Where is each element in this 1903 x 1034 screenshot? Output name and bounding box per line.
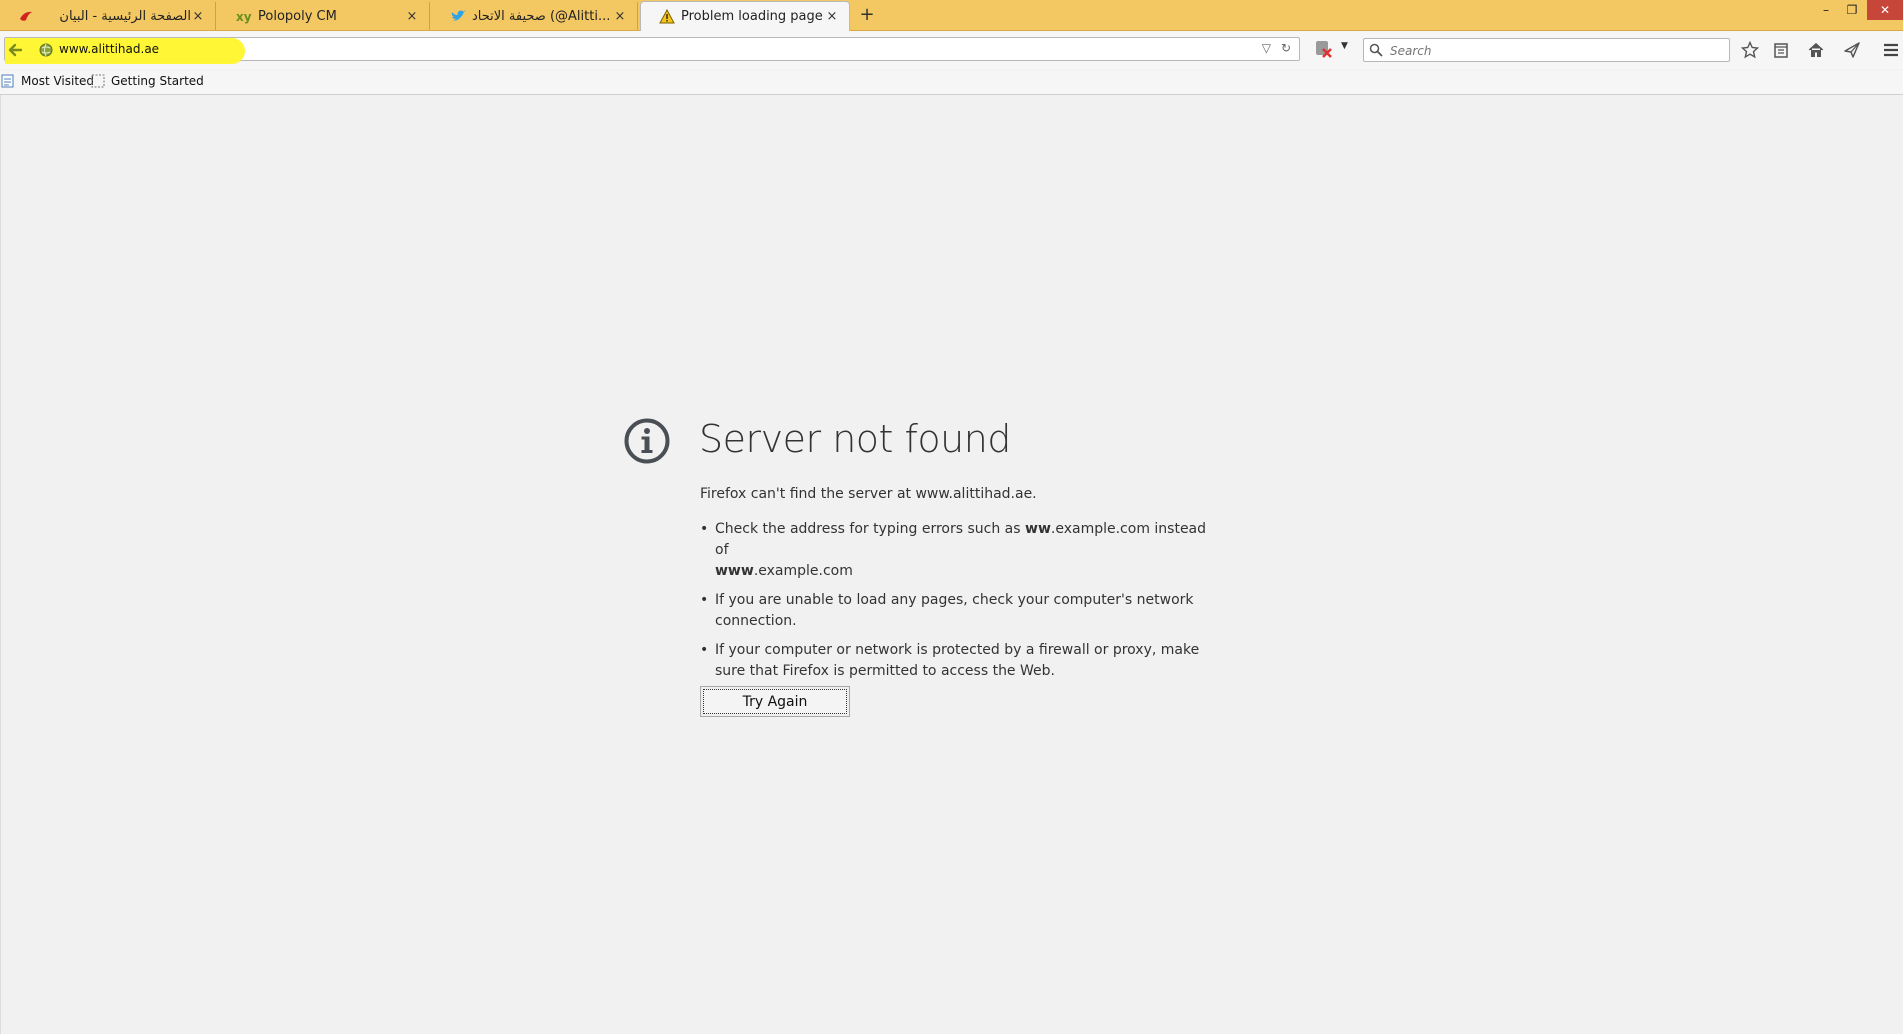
home-icon[interactable] bbox=[1805, 39, 1827, 61]
albayan-favicon-icon bbox=[18, 8, 34, 24]
reload-icon[interactable]: ↻ bbox=[1281, 41, 1291, 55]
tab-label: صحيفة الاتحاد (@Alitti... bbox=[472, 8, 611, 24]
bookmarks-menu-icon[interactable] bbox=[1770, 39, 1792, 61]
suggestion-text: If your computer or network is protected… bbox=[715, 642, 1200, 679]
search-icon bbox=[1369, 43, 1383, 57]
hamburger-menu-icon[interactable] bbox=[1880, 39, 1902, 61]
close-tab-icon[interactable]: × bbox=[405, 9, 419, 24]
bookmark-label: Getting Started bbox=[111, 74, 204, 88]
most-visited-icon bbox=[1, 74, 15, 88]
navigation-toolbar: www.alittihad.ae ▽ ↻ ▼ bbox=[0, 31, 1903, 69]
suggestion-bold-text: www bbox=[715, 563, 754, 579]
restore-button[interactable]: ❐ bbox=[1841, 0, 1863, 20]
tab-twitter[interactable]: صحيفة الاتحاد (@Alitti... × bbox=[432, 2, 638, 30]
url-text[interactable]: www.alittihad.ae bbox=[59, 42, 159, 56]
tab-label: Polopoly CM bbox=[258, 8, 337, 24]
tab-label: الصفحة الرئيسية - البيان bbox=[59, 8, 191, 24]
bookmark-star-icon[interactable] bbox=[1739, 39, 1761, 61]
info-icon bbox=[624, 418, 670, 464]
suggestion-item: If your computer or network is protected… bbox=[700, 640, 1220, 682]
bookmark-label: Most Visited bbox=[21, 74, 95, 88]
search-box[interactable] bbox=[1363, 38, 1730, 62]
close-tab-icon[interactable]: × bbox=[191, 9, 205, 24]
warning-favicon-icon bbox=[659, 8, 675, 25]
new-tab-button[interactable]: + bbox=[857, 4, 877, 25]
error-title: Server not found bbox=[699, 417, 1011, 461]
suggestion-text: .example.com bbox=[753, 563, 853, 579]
error-description: Firefox can't find the server at www.ali… bbox=[700, 486, 1037, 502]
tab-albayan[interactable]: الصفحة الرئيسية - البيان × bbox=[0, 2, 216, 30]
try-again-label: Try Again bbox=[703, 689, 847, 714]
suggestion-bold-text: ww bbox=[1025, 521, 1051, 537]
bookmarks-toolbar: Most Visited Getting Started bbox=[0, 70, 1903, 95]
bookmark-most-visited[interactable]: Most Visited bbox=[1, 74, 94, 88]
bookmark-page-icon bbox=[91, 74, 105, 88]
suggestion-text: If you are unable to load any pages, che… bbox=[715, 592, 1194, 629]
send-page-icon[interactable] bbox=[1841, 39, 1863, 61]
suggestion-item: If you are unable to load any pages, che… bbox=[700, 590, 1220, 632]
minimize-button[interactable]: – bbox=[1815, 0, 1837, 20]
tab-polopoly[interactable]: xy Polopoly CM × bbox=[218, 2, 430, 30]
tab-strip: الصفحة الرئيسية - البيان × xy Polopoly C… bbox=[0, 0, 1903, 31]
svg-text:xy: xy bbox=[236, 10, 252, 24]
close-window-button[interactable]: ✕ bbox=[1867, 0, 1903, 20]
url-bar[interactable]: www.alittihad.ae ▽ ↻ bbox=[4, 37, 1300, 64]
page-content: Server not found Firefox can't find the … bbox=[0, 95, 1903, 1034]
suggestion-text: Check the address for typing errors such… bbox=[715, 521, 1026, 537]
bookmark-getting-started[interactable]: Getting Started bbox=[91, 74, 204, 88]
close-tab-icon[interactable]: × bbox=[613, 9, 627, 24]
polopoly-favicon-icon: xy bbox=[236, 8, 252, 24]
url-dropdown-icon[interactable]: ▽ bbox=[1262, 41, 1271, 55]
try-again-button[interactable]: Try Again bbox=[700, 686, 850, 717]
site-identity-globe-icon[interactable] bbox=[39, 43, 53, 57]
tab-problem-loading[interactable]: Problem loading page × bbox=[640, 1, 850, 31]
error-suggestions-list: Check the address for typing errors such… bbox=[700, 519, 1220, 690]
adblock-dropdown-icon[interactable]: ▼ bbox=[1341, 41, 1348, 51]
suggestion-item: Check the address for typing errors such… bbox=[700, 519, 1220, 582]
close-tab-icon[interactable]: × bbox=[825, 9, 839, 24]
twitter-favicon-icon bbox=[450, 8, 466, 24]
back-arrow-icon[interactable] bbox=[7, 42, 23, 58]
tab-label: Problem loading page bbox=[681, 9, 823, 24]
adblock-icon[interactable] bbox=[1313, 39, 1333, 59]
search-input[interactable] bbox=[1388, 41, 1722, 61]
